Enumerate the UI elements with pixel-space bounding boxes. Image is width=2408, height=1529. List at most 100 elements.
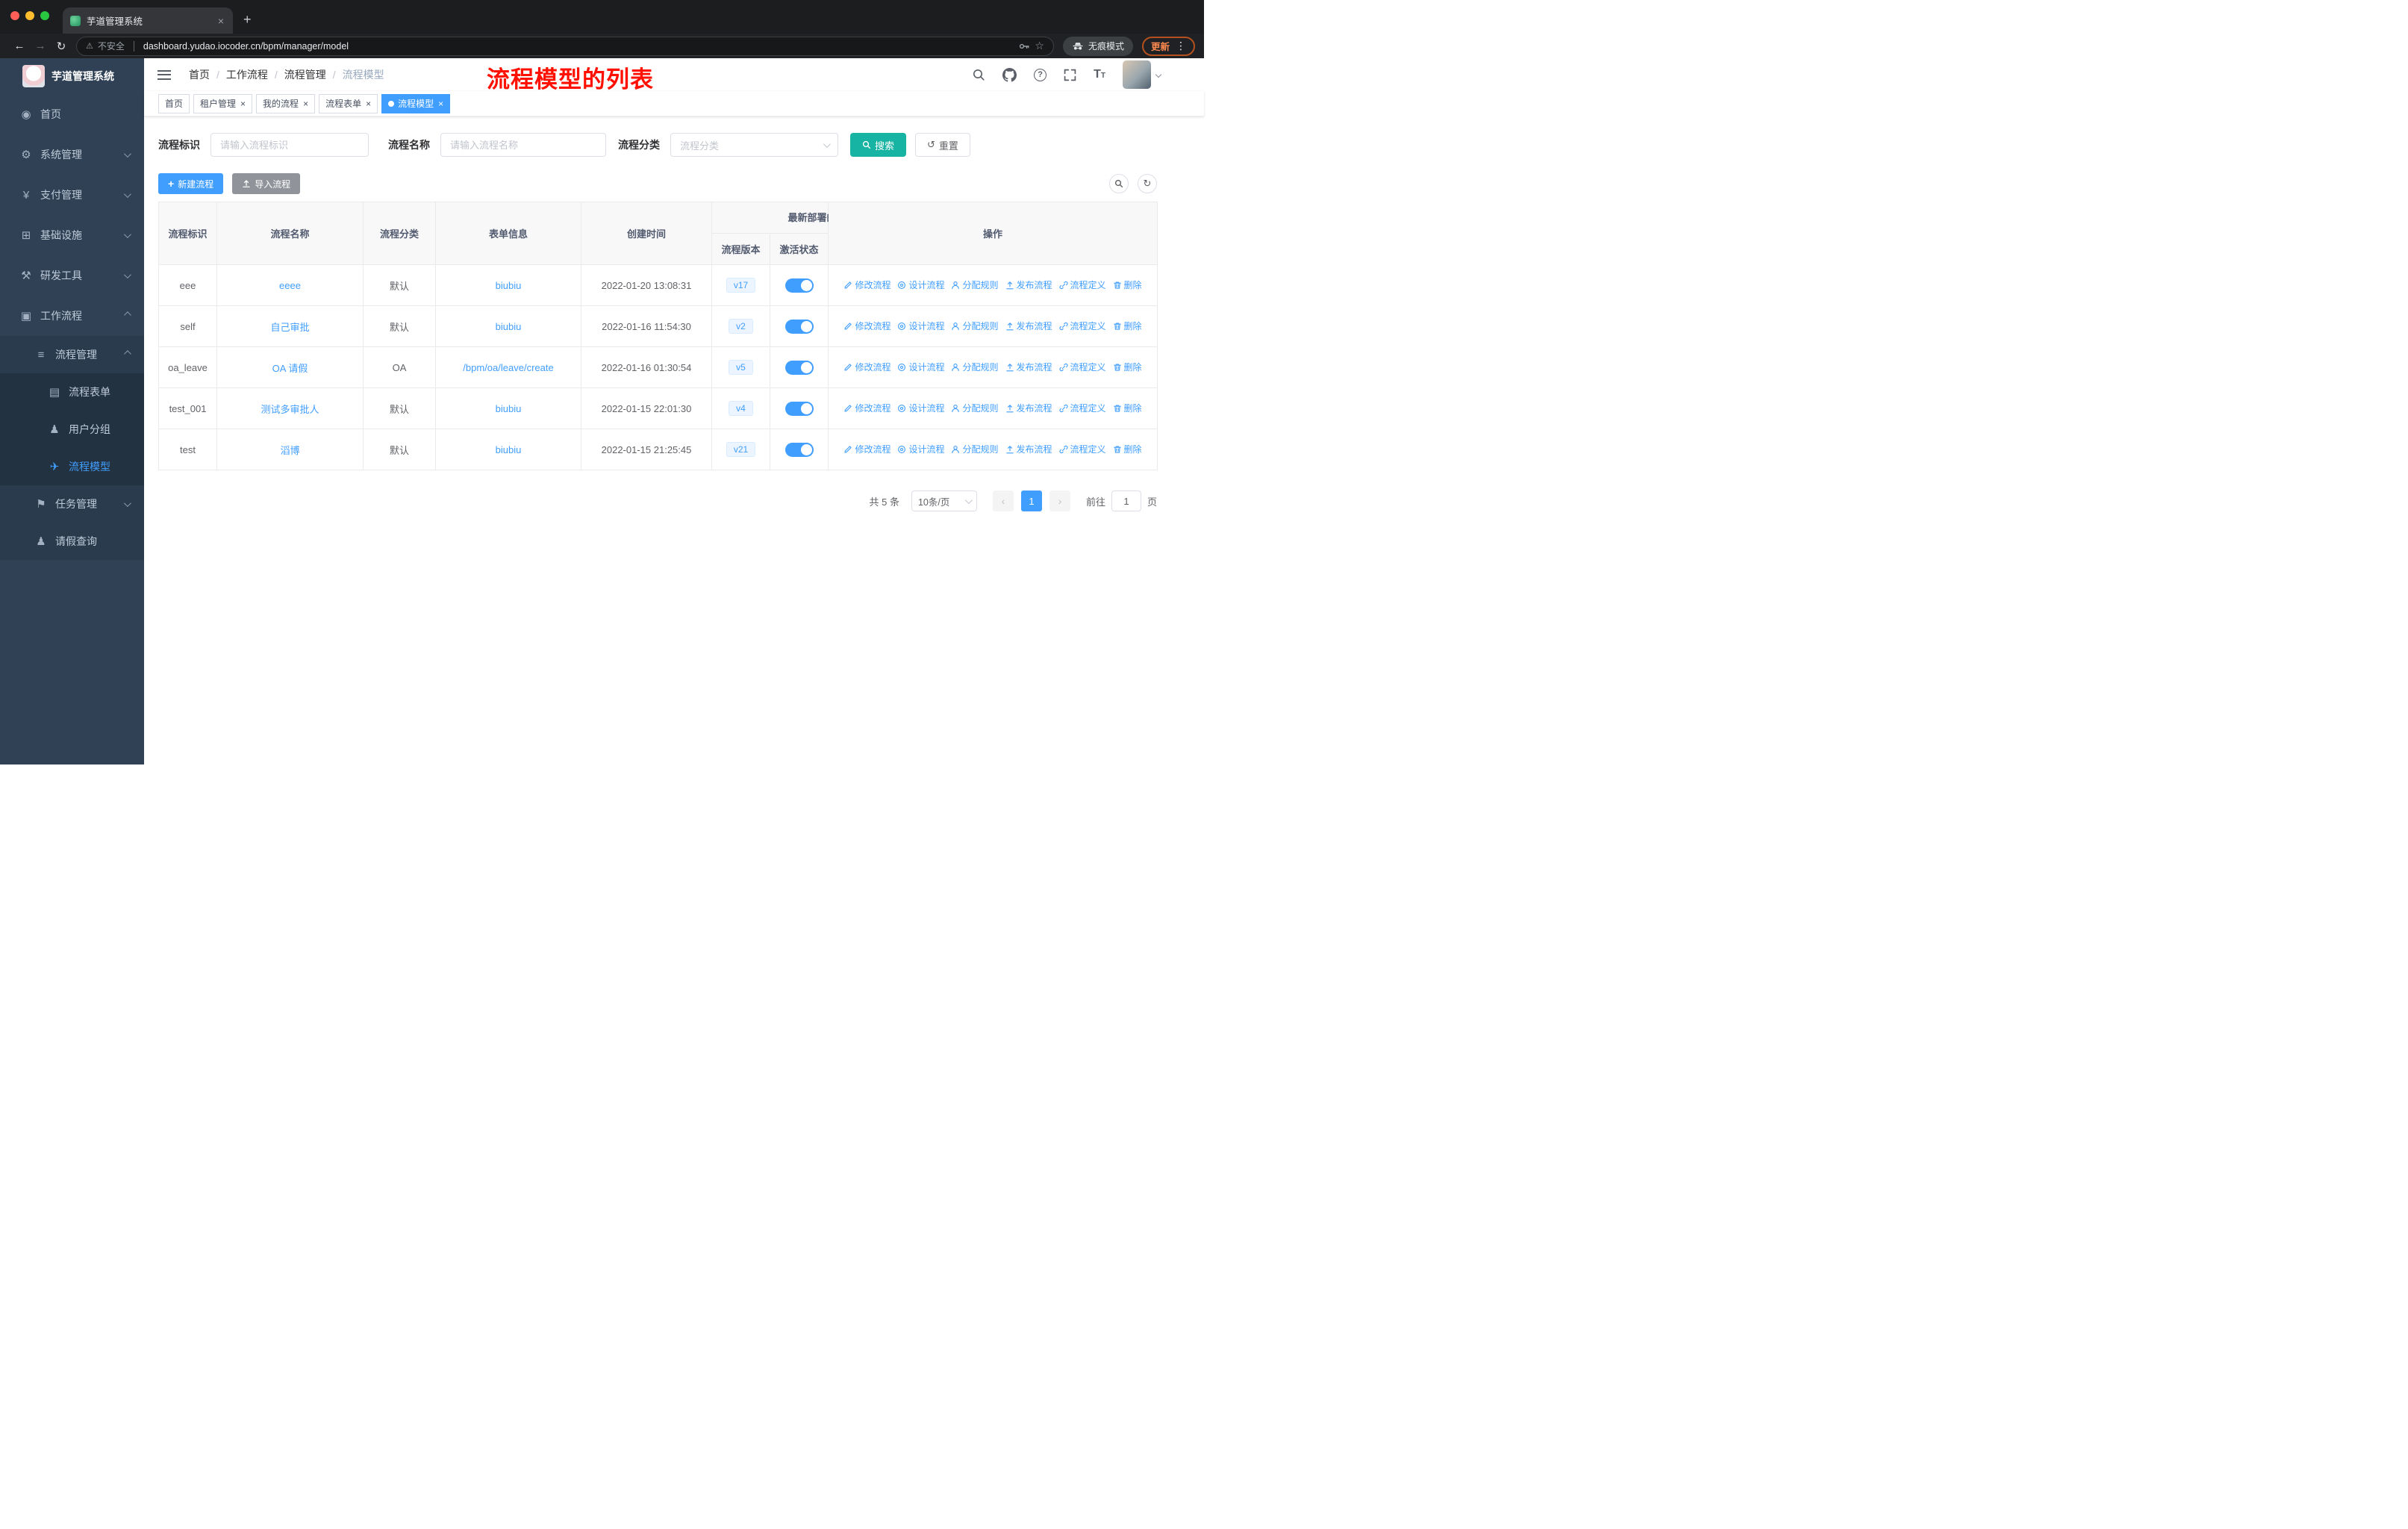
sidebar-item-system-management[interactable]: ⚙ 系统管理 xyxy=(0,134,144,175)
reset-button[interactable]: ↺ 重置 xyxy=(915,133,970,157)
page-size-select[interactable]: 10条/页 xyxy=(911,491,977,511)
app-logo[interactable]: 芋道管理系统 xyxy=(0,58,144,94)
show-search-button[interactable] xyxy=(1109,174,1129,193)
menu-dots-icon[interactable]: ⋮ xyxy=(1176,40,1186,52)
action-design[interactable]: 设计流程 xyxy=(897,361,944,373)
action-modify[interactable]: 修改流程 xyxy=(843,443,890,455)
tag-home[interactable]: 首页 xyxy=(158,93,190,113)
action-delete[interactable]: 删除 xyxy=(1113,278,1142,291)
close-icon[interactable]: × xyxy=(303,99,308,109)
process-name-input[interactable] xyxy=(440,133,606,157)
action-definition[interactable]: 流程定义 xyxy=(1058,443,1106,455)
page-number-button[interactable]: 1 xyxy=(1020,491,1042,511)
action-definition[interactable]: 流程定义 xyxy=(1058,402,1106,414)
forward-button[interactable]: → xyxy=(30,40,51,52)
active-status-toggle[interactable] xyxy=(785,360,814,375)
create-process-button[interactable]: + 新建流程 xyxy=(158,173,224,194)
form-info-link[interactable]: biubiu xyxy=(496,403,522,414)
sidebar-item-home[interactable]: ◉ 首页 xyxy=(0,94,144,134)
sidebar-item-leave-query[interactable]: ♟ 请假查询 xyxy=(0,523,144,560)
address-bar[interactable]: ⚠ 不安全 dashboard.yudao.iocoder.cn/bpm/man… xyxy=(76,36,1054,56)
tag-my-process[interactable]: 我的流程 × xyxy=(256,93,316,113)
tag-process-form[interactable]: 流程表单 × xyxy=(319,93,378,113)
sidebar-item-user-group[interactable]: ♟ 用户分组 xyxy=(0,411,144,448)
bookmark-star-icon[interactable]: ☆ xyxy=(1035,40,1044,52)
goto-page-input[interactable] xyxy=(1111,491,1141,511)
form-info-link[interactable]: biubiu xyxy=(496,280,522,291)
form-info-link[interactable]: /bpm/oa/leave/create xyxy=(463,362,553,373)
action-delete[interactable]: 删除 xyxy=(1113,443,1142,455)
process-name-link[interactable]: 自己审批 xyxy=(270,322,309,333)
close-icon[interactable]: × xyxy=(438,99,443,109)
action-publish[interactable]: 发布流程 xyxy=(1005,320,1052,332)
category-select[interactable]: 流程分类 xyxy=(670,133,838,157)
process-name-link[interactable]: OA 请假 xyxy=(272,363,308,374)
sidebar-item-workflow[interactable]: ▣ 工作流程 xyxy=(0,296,144,336)
search-button[interactable]: 搜索 xyxy=(850,133,907,157)
action-design[interactable]: 设计流程 xyxy=(897,443,944,455)
update-button[interactable]: 更新 ⋮ xyxy=(1141,36,1195,56)
prev-page-button[interactable]: ‹ xyxy=(992,491,1014,511)
action-modify[interactable]: 修改流程 xyxy=(843,361,890,373)
new-tab-button[interactable]: + xyxy=(243,12,252,28)
action-modify[interactable]: 修改流程 xyxy=(843,402,890,414)
sidebar-item-payment-management[interactable]: ¥ 支付管理 xyxy=(0,175,144,215)
security-label[interactable]: 不安全 xyxy=(98,40,125,52)
breadcrumb-home[interactable]: 首页 xyxy=(189,67,210,82)
close-icon[interactable]: × xyxy=(240,99,246,109)
fullscreen-icon[interactable] xyxy=(1064,69,1076,81)
action-assign-rule[interactable]: 分配规则 xyxy=(951,278,999,291)
action-assign-rule[interactable]: 分配规则 xyxy=(951,361,999,373)
form-info-link[interactable]: biubiu xyxy=(496,444,522,455)
action-assign-rule[interactable]: 分配规则 xyxy=(951,443,999,455)
sidebar-item-process-model[interactable]: ✈ 流程模型 xyxy=(0,448,144,485)
active-status-toggle[interactable] xyxy=(785,401,814,416)
breadcrumb-workflow[interactable]: 工作流程 xyxy=(226,67,268,82)
action-definition[interactable]: 流程定义 xyxy=(1058,320,1106,332)
process-key-input[interactable] xyxy=(210,133,369,157)
tag-process-model[interactable]: 流程模型 × xyxy=(381,93,451,113)
action-definition[interactable]: 流程定义 xyxy=(1058,278,1106,291)
sidebar-item-dev-tools[interactable]: ⚒ 研发工具 xyxy=(0,255,144,296)
window-close-button[interactable] xyxy=(10,11,19,20)
breadcrumb-process-management[interactable]: 流程管理 xyxy=(284,67,326,82)
action-assign-rule[interactable]: 分配规则 xyxy=(951,320,999,332)
action-delete[interactable]: 删除 xyxy=(1113,402,1142,414)
tag-tenant-management[interactable]: 租户管理 × xyxy=(193,93,253,113)
process-name-link[interactable]: 测试多审批人 xyxy=(261,404,319,415)
process-name-link[interactable]: 滔博 xyxy=(280,445,299,456)
user-menu[interactable] xyxy=(1123,60,1162,89)
window-minimize-button[interactable] xyxy=(25,11,34,20)
form-info-link[interactable]: biubiu xyxy=(496,321,522,332)
browser-tab[interactable]: 芋道管理系统 × xyxy=(63,7,233,34)
action-publish[interactable]: 发布流程 xyxy=(1005,361,1052,373)
action-design[interactable]: 设计流程 xyxy=(897,278,944,291)
action-modify[interactable]: 修改流程 xyxy=(843,320,890,332)
action-publish[interactable]: 发布流程 xyxy=(1005,278,1052,291)
font-size-icon[interactable]: TT xyxy=(1094,68,1105,81)
action-delete[interactable]: 删除 xyxy=(1113,361,1142,373)
github-icon[interactable] xyxy=(1002,67,1017,82)
search-icon[interactable] xyxy=(972,68,985,81)
sidebar-item-process-management[interactable]: ≡ 流程管理 xyxy=(0,336,144,373)
action-delete[interactable]: 删除 xyxy=(1113,320,1142,332)
next-page-button[interactable]: › xyxy=(1049,491,1070,511)
active-status-toggle[interactable] xyxy=(785,278,814,293)
action-design[interactable]: 设计流程 xyxy=(897,402,944,414)
close-icon[interactable]: × xyxy=(366,99,371,109)
collapse-sidebar-icon[interactable] xyxy=(157,69,171,80)
action-definition[interactable]: 流程定义 xyxy=(1058,361,1106,373)
active-status-toggle[interactable] xyxy=(785,442,814,457)
reload-button[interactable]: ↻ xyxy=(51,40,72,53)
sidebar-item-process-form[interactable]: ▤ 流程表单 xyxy=(0,373,144,411)
window-zoom-button[interactable] xyxy=(40,11,49,20)
action-publish[interactable]: 发布流程 xyxy=(1005,402,1052,414)
password-key-icon[interactable] xyxy=(1018,40,1030,52)
sidebar-item-task-management[interactable]: ⚑ 任务管理 xyxy=(0,485,144,523)
process-name-link[interactable]: eeee xyxy=(279,280,301,291)
avatar[interactable] xyxy=(1123,60,1151,89)
import-process-button[interactable]: 导入流程 xyxy=(232,173,301,194)
sidebar-item-infrastructure[interactable]: ⊞ 基础设施 xyxy=(0,215,144,255)
back-button[interactable]: ← xyxy=(9,40,30,52)
help-icon[interactable]: ? xyxy=(1034,68,1047,81)
